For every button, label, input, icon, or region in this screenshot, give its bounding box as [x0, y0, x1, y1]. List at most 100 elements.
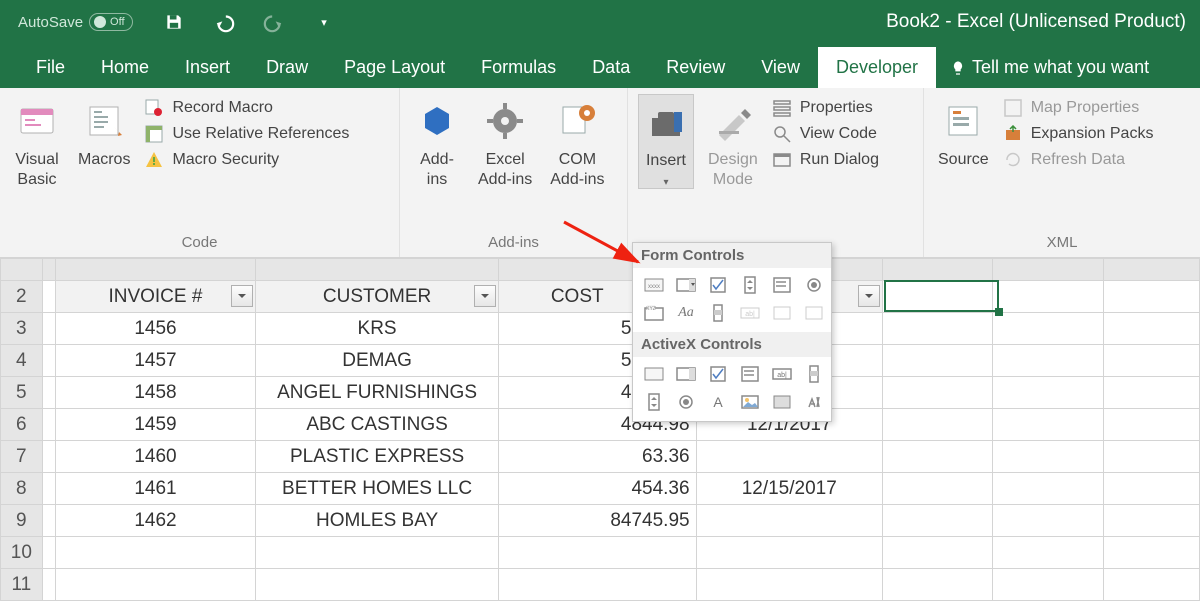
cell-cost[interactable]: 84745.95	[498, 505, 696, 537]
view-code-button[interactable]: View Code	[772, 124, 879, 144]
cell-customer[interactable]: DEMAG	[256, 345, 499, 377]
cell[interactable]	[1103, 377, 1199, 409]
cell-paid[interactable]	[696, 441, 882, 473]
cell-customer[interactable]: ANGEL FURNISHINGS	[256, 377, 499, 409]
source-button[interactable]: Source	[934, 94, 993, 170]
tell-me-search[interactable]: Tell me what you want	[936, 47, 1163, 88]
cell[interactable]	[882, 441, 992, 473]
refresh-data-button[interactable]: Refresh Data	[1003, 150, 1154, 170]
design-mode-button[interactable]: Design Mode	[704, 94, 762, 190]
form-checkbox-icon[interactable]	[703, 272, 733, 298]
ax-optionbutton-icon[interactable]	[671, 389, 701, 415]
row-header-2[interactable]: 2	[1, 281, 43, 313]
grid[interactable]: 2 INVOICE # CUSTOMER COST ID 31456KRS525…	[0, 258, 1200, 601]
cell[interactable]	[993, 377, 1103, 409]
ax-morecontrols-icon[interactable]	[799, 389, 829, 415]
cell-invoice[interactable]: 1461	[55, 473, 256, 505]
cell[interactable]	[1103, 281, 1199, 313]
cell-invoice[interactable]: 1459	[55, 409, 256, 441]
cell[interactable]	[1103, 505, 1199, 537]
form-button-icon[interactable]: xxxx	[639, 272, 669, 298]
cell[interactable]	[1103, 409, 1199, 441]
form-listbox-icon[interactable]	[767, 272, 797, 298]
cell-customer[interactable]: ABC CASTINGS	[256, 409, 499, 441]
cell-invoice[interactable]: 1456	[55, 313, 256, 345]
tab-developer[interactable]: Developer	[818, 47, 936, 88]
row-header-10[interactable]: 10	[1, 537, 43, 569]
row-header-5[interactable]: 5	[1, 377, 43, 409]
cell-invoice[interactable]: 1462	[55, 505, 256, 537]
cell[interactable]	[993, 281, 1103, 313]
cell[interactable]	[1103, 345, 1199, 377]
ax-checkbox-icon[interactable]	[703, 361, 733, 387]
row-header-11[interactable]: 11	[1, 569, 43, 601]
cell[interactable]	[882, 473, 992, 505]
run-dialog-button[interactable]: Run Dialog	[772, 150, 879, 170]
ax-commandbutton-icon[interactable]	[639, 361, 669, 387]
macro-security-button[interactable]: Macro Security	[144, 150, 349, 170]
cell[interactable]	[882, 505, 992, 537]
tab-insert[interactable]: Insert	[167, 47, 248, 88]
row-header-3[interactable]: 3	[1, 313, 43, 345]
tab-draw[interactable]: Draw	[248, 47, 326, 88]
row-header-4[interactable]: 4	[1, 345, 43, 377]
cell[interactable]	[1103, 473, 1199, 505]
cell-customer[interactable]: HOMLES BAY	[256, 505, 499, 537]
cell[interactable]	[882, 409, 992, 441]
filter-button-customer[interactable]	[474, 285, 496, 307]
cell[interactable]	[993, 505, 1103, 537]
cell-cost[interactable]: 454.36	[498, 473, 696, 505]
cell[interactable]	[993, 345, 1103, 377]
cell-paid[interactable]	[696, 505, 882, 537]
tab-view[interactable]: View	[743, 47, 818, 88]
ax-image-icon[interactable]	[735, 389, 765, 415]
autosave-toggle[interactable]: Off	[89, 13, 133, 31]
tab-file[interactable]: File	[22, 47, 83, 88]
form-groupbox-icon[interactable]: XYZ	[639, 300, 669, 326]
cell[interactable]	[882, 281, 992, 313]
map-properties-button[interactable]: Map Properties	[1003, 98, 1154, 118]
redo-icon[interactable]	[263, 11, 285, 33]
cell-invoice[interactable]: 1460	[55, 441, 256, 473]
ax-togglebutton-icon[interactable]	[767, 389, 797, 415]
tab-data[interactable]: Data	[574, 47, 648, 88]
cell[interactable]	[1103, 313, 1199, 345]
cell[interactable]	[993, 441, 1103, 473]
header-customer[interactable]: CUSTOMER	[256, 281, 499, 313]
insert-controls-button[interactable]: Insert ▾	[638, 94, 694, 189]
properties-button[interactable]: Properties	[772, 98, 879, 118]
cell[interactable]	[993, 409, 1103, 441]
cell-customer[interactable]: KRS	[256, 313, 499, 345]
row-header-8[interactable]: 8	[1, 473, 43, 505]
cell[interactable]	[1103, 441, 1199, 473]
expansion-packs-button[interactable]: Expansion Packs	[1003, 124, 1154, 144]
cell-customer[interactable]: PLASTIC EXPRESS	[256, 441, 499, 473]
cell-paid[interactable]: 12/15/2017	[696, 473, 882, 505]
autosave-control[interactable]: AutoSave Off	[18, 13, 133, 31]
header-invoice[interactable]: INVOICE #	[55, 281, 256, 313]
cell[interactable]	[882, 377, 992, 409]
tab-page-layout[interactable]: Page Layout	[326, 47, 463, 88]
use-relative-refs-button[interactable]: Use Relative References	[144, 124, 349, 144]
qat-customize-icon[interactable]: ▾	[313, 11, 335, 33]
form-spinner-icon[interactable]	[735, 272, 765, 298]
ax-label-icon[interactable]: A	[703, 389, 733, 415]
form-label-icon[interactable]: Aa	[671, 300, 701, 326]
record-macro-button[interactable]: Record Macro	[144, 98, 349, 118]
cell[interactable]	[882, 345, 992, 377]
macros-button[interactable]: Macros	[74, 94, 134, 170]
com-addins-button[interactable]: COM Add-ins	[546, 94, 608, 190]
excel-addins-button[interactable]: Excel Add-ins	[474, 94, 536, 190]
cell[interactable]	[993, 473, 1103, 505]
cell-invoice[interactable]: 1458	[55, 377, 256, 409]
tab-home[interactable]: Home	[83, 47, 167, 88]
ax-spinbutton-icon[interactable]	[639, 389, 669, 415]
row-header-6[interactable]: 6	[1, 409, 43, 441]
fill-handle[interactable]	[995, 308, 1003, 316]
cell[interactable]	[993, 313, 1103, 345]
tab-review[interactable]: Review	[648, 47, 743, 88]
cell-invoice[interactable]: 1457	[55, 345, 256, 377]
ax-textbox-icon[interactable]: ab|	[767, 361, 797, 387]
ax-scrollbar-icon[interactable]	[799, 361, 829, 387]
filter-button-paid[interactable]	[858, 285, 880, 307]
